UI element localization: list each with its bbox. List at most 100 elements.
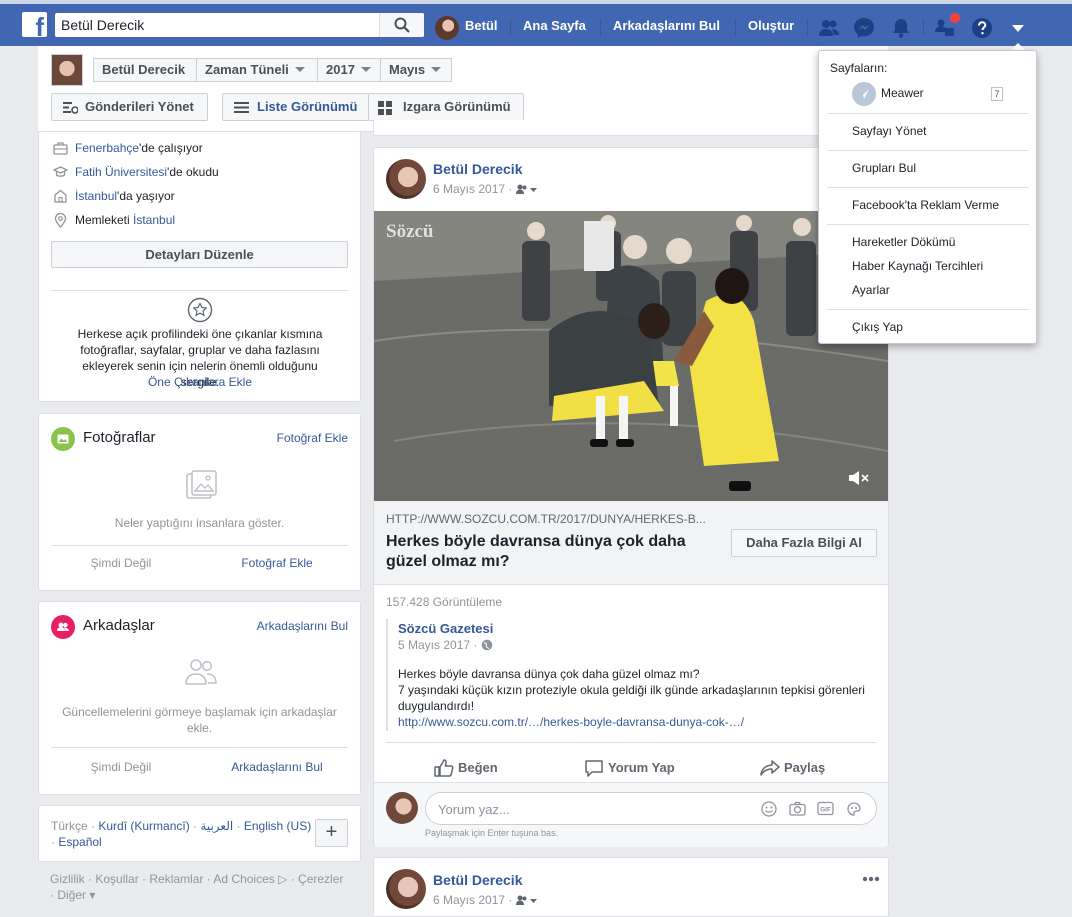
caret-down-icon <box>294 67 305 72</box>
language-option[interactable]: Español <box>58 835 101 849</box>
menu-divider <box>827 150 1029 151</box>
home-icon <box>54 189 67 203</box>
audience-friends-icon[interactable] <box>515 183 538 195</box>
account-dropdown-menu: Sayfaların: Meawer 7 Sayfayı Yönet Grupl… <box>818 50 1037 344</box>
photos-add-photo-link[interactable]: Fotoğraf Ekle <box>207 556 347 570</box>
commenter-avatar <box>386 792 418 824</box>
grid-view-button[interactable]: Izgara Görünümü <box>368 93 524 121</box>
language-option[interactable]: Kurdî (Kurmancî) <box>98 819 189 833</box>
menu-divider <box>827 224 1029 225</box>
post-author-avatar[interactable] <box>386 159 426 199</box>
nav-find-friends[interactable]: Arkadaşlarını Bul <box>613 15 720 39</box>
profile-thumbnail[interactable] <box>51 54 83 86</box>
emoji-icon[interactable] <box>761 801 777 817</box>
post-author-name[interactable]: Betül Derecik <box>433 161 522 177</box>
search-button[interactable] <box>379 13 424 37</box>
language-option[interactable]: العربية <box>200 819 233 833</box>
shared-post-author[interactable]: Sözcü Gazetesi <box>398 621 493 636</box>
shared-post-text: Herkes böyle davransa dünya çok daha güz… <box>398 666 878 730</box>
photos-empty-message: Neler yaptığını insanlara göster. <box>114 516 285 530</box>
audience-friends-icon[interactable] <box>515 894 538 906</box>
menu-log-out[interactable]: Çıkış Yap <box>852 320 903 334</box>
menu-advertise[interactable]: Facebook'ta Reklam Verme <box>852 198 999 212</box>
hometown-link[interactable]: İstanbul <box>133 213 175 227</box>
menu-divider <box>827 187 1029 188</box>
page-logo-icon <box>859 89 869 99</box>
sticker-icon[interactable] <box>846 801 862 817</box>
school-link[interactable]: Fatih Üniversitesi <box>75 165 167 179</box>
list-view-button[interactable]: Liste Görünümü <box>222 93 369 121</box>
featured-star-icon <box>187 297 213 323</box>
footer-terms-link[interactable]: Koşullar <box>95 872 138 886</box>
add-photo-link[interactable]: Fotoğraf Ekle <box>277 431 348 445</box>
menu-find-groups[interactable]: Grupları Bul <box>852 161 916 175</box>
facebook-logo[interactable]: f <box>22 12 47 37</box>
breadcrumb-name[interactable]: Betül Derecik <box>93 58 197 82</box>
video-player[interactable]: Sözcü <box>374 211 888 501</box>
menu-settings[interactable]: Ayarlar <box>852 283 890 297</box>
divider <box>386 742 876 743</box>
page-meawer-link[interactable]: Meawer <box>881 86 924 100</box>
caret-down-icon <box>360 67 371 72</box>
footer-adchoices-link[interactable]: Ad Choices <box>213 872 274 886</box>
camera-icon[interactable] <box>789 801 806 816</box>
month-selector[interactable]: Mayıs <box>380 58 452 82</box>
friends-find-link[interactable]: Arkadaşlarını Bul <box>207 760 347 774</box>
view-count: 157.428 Görüntüleme <box>386 595 503 609</box>
menu-activity-log[interactable]: Hareketler Dökümü <box>852 235 955 249</box>
timeline-selector[interactable]: Zaman Tüneli <box>196 58 318 82</box>
add-language-button[interactable]: + <box>315 819 348 847</box>
profile-avatar[interactable] <box>435 16 459 40</box>
muted-speaker-icon[interactable] <box>848 469 870 487</box>
photos-icon <box>51 427 75 451</box>
menu-manage-page[interactable]: Sayfayı Yönet <box>852 124 927 138</box>
post-author-name[interactable]: Betül Derecik <box>433 872 522 888</box>
share-arrow-icon <box>760 760 780 776</box>
footer-privacy-link[interactable]: Gizlilik <box>50 872 85 886</box>
find-friends-link[interactable]: Arkadaşlarını Bul <box>257 619 348 633</box>
manage-posts-button[interactable]: Gönderileri Yönet <box>51 93 208 121</box>
account-menu-chevron-icon[interactable] <box>1007 17 1029 39</box>
comment-input[interactable]: Yorum yaz... GIF <box>425 792 877 825</box>
link-preview[interactable]: HTTP://WWW.SOZCU.COM.TR/2017/DUNYA/HERKE… <box>374 501 888 585</box>
notification-badge <box>950 13 960 23</box>
menu-divider <box>827 113 1029 114</box>
post-author-avatar[interactable] <box>386 869 426 909</box>
year-selector[interactable]: 2017 <box>317 58 381 82</box>
notifications-bell-icon[interactable] <box>890 17 912 39</box>
messenger-icon[interactable] <box>853 17 875 39</box>
friends-not-now-link[interactable]: Şimdi Değil <box>51 760 191 774</box>
nav-home[interactable]: Ana Sayfa <box>523 15 586 39</box>
search-box <box>55 13 424 37</box>
nav-profile-name[interactable]: Betül <box>465 15 498 39</box>
svg-text:GIF: GIF <box>820 807 831 814</box>
help-question-icon[interactable] <box>971 17 993 39</box>
footer-more-link[interactable]: Diğer <box>57 888 86 902</box>
previous-card-bottom <box>373 120 889 136</box>
list-icon <box>234 102 249 113</box>
learn-more-button[interactable]: Daha Fazla Bilgi Al <box>731 529 877 557</box>
shared-post-date: 5 Mayıs 2017 · <box>398 638 493 652</box>
shared-post-link[interactable]: http://www.sozcu.com.tr/…/herkes-boyle-d… <box>398 714 878 730</box>
post-options-icon[interactable] <box>862 876 880 882</box>
comment-bubble-icon <box>585 760 603 777</box>
top-navigation-bar: f Betül Ana Sayfa Arkadaşlarını Bul Oluş… <box>0 0 1072 46</box>
language-current[interactable]: Türkçe <box>51 819 88 833</box>
nav-create[interactable]: Oluştur <box>748 15 794 39</box>
friends-icon <box>51 615 75 639</box>
photos-not-now-link[interactable]: Şimdi Değil <box>51 556 191 570</box>
work-link[interactable]: Fenerbahçe <box>75 141 139 155</box>
add-featured-link[interactable]: Öne Çıkanlara Ekle <box>65 374 335 390</box>
globe-icon <box>481 639 493 651</box>
search-input[interactable] <box>55 13 378 37</box>
language-option[interactable]: English (US) <box>244 819 311 833</box>
nav-divider <box>735 19 736 35</box>
footer-cookies-link[interactable]: Çerezler <box>298 872 343 886</box>
current-city-link[interactable]: İstanbul <box>75 189 117 203</box>
edit-details-button[interactable]: Detayları Düzenle <box>51 241 348 268</box>
footer-ads-link[interactable]: Reklamlar <box>149 872 203 886</box>
gif-icon[interactable]: GIF <box>817 801 834 816</box>
enter-hint: Paylaşmak için Enter tuşuna bas. <box>425 828 559 838</box>
friend-requests-icon[interactable] <box>818 17 840 39</box>
menu-news-feed-preferences[interactable]: Haber Kaynağı Tercihleri <box>852 259 983 273</box>
